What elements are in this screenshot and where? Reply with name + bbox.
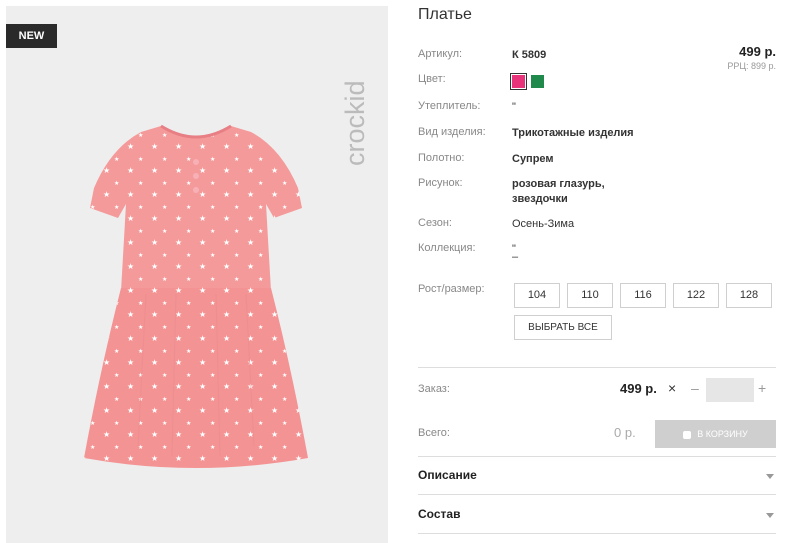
cart-icon — [683, 430, 692, 439]
dress-image: ★ ★ — [84, 124, 308, 468]
description-accordion[interactable]: Описание — [418, 468, 776, 488]
item-type-value: Трикотажные изделия — [512, 127, 634, 139]
times-icon: × — [668, 380, 677, 396]
color-label: Цвет: — [418, 73, 446, 85]
pattern-label: Рисунок: — [418, 177, 463, 189]
size-option-116[interactable]: 116 — [620, 283, 666, 308]
svg-text:crockid: crockid — [340, 80, 370, 166]
divider — [418, 533, 776, 534]
size-option-122[interactable]: 122 — [673, 283, 719, 308]
insulation-label: Утеплитель: — [418, 100, 481, 112]
total-value: 0 р. — [614, 425, 636, 440]
season-label: Сезон: — [418, 217, 452, 229]
pattern-value-line2: звездочки — [512, 193, 568, 205]
select-all-sizes-button[interactable]: ВЫБРАТЬ ВСЕ — [514, 315, 612, 340]
product-info: Платье 499 р. РРЦ: 899 р. Артикул: К 580… — [418, 0, 776, 543]
size-option-128[interactable]: 128 — [726, 283, 772, 308]
chevron-down-icon — [766, 474, 774, 479]
increase-quantity-button[interactable]: + — [758, 380, 766, 396]
order-price: 499 р. — [620, 381, 657, 396]
article-label: Артикул: — [418, 48, 463, 60]
add-to-cart-label: В КОРЗИНУ — [697, 429, 748, 439]
fabric-label: Полотно: — [418, 152, 465, 164]
divider — [418, 367, 776, 368]
color-swatch-pink[interactable] — [510, 72, 527, 90]
size-option-104[interactable]: 104 — [514, 283, 560, 308]
fabric-value: Супрем — [512, 153, 554, 165]
collection-value-line2: – — [512, 251, 519, 263]
size-label: Рост/размер: — [418, 283, 485, 295]
description-title: Описание — [418, 468, 477, 482]
new-badge: NEW — [6, 24, 57, 48]
pattern-value-line1: розовая глазурь, — [512, 178, 605, 190]
divider — [418, 494, 776, 495]
brand-logo: crockid — [340, 80, 370, 166]
total-label: Всего: — [418, 427, 450, 439]
item-type-label: Вид изделия: — [418, 126, 486, 138]
product-price: 499 р. — [739, 44, 776, 59]
color-swatch-green[interactable] — [531, 74, 545, 88]
order-label: Заказ: — [418, 383, 450, 395]
composition-accordion[interactable]: Состав — [418, 507, 776, 527]
size-option-110[interactable]: 110 — [567, 283, 613, 308]
product-photo: NEW crockid ★ ★ — [6, 6, 388, 543]
quantity-input[interactable] — [706, 378, 754, 402]
collection-label: Коллекция: — [418, 242, 476, 254]
season-value: Осень-Зима — [512, 218, 575, 230]
recommended-price: РРЦ: 899 р. — [727, 61, 776, 71]
product-title: Платье — [418, 6, 472, 23]
article-value: К 5809 — [512, 49, 547, 61]
decrease-quantity-button[interactable]: – — [691, 380, 699, 396]
add-to-cart-button[interactable]: В КОРЗИНУ — [655, 420, 776, 448]
color-swatches — [510, 72, 547, 90]
insulation-value: " — [512, 101, 516, 113]
composition-title: Состав — [418, 507, 461, 521]
divider — [418, 456, 776, 457]
chevron-down-icon — [766, 513, 774, 518]
